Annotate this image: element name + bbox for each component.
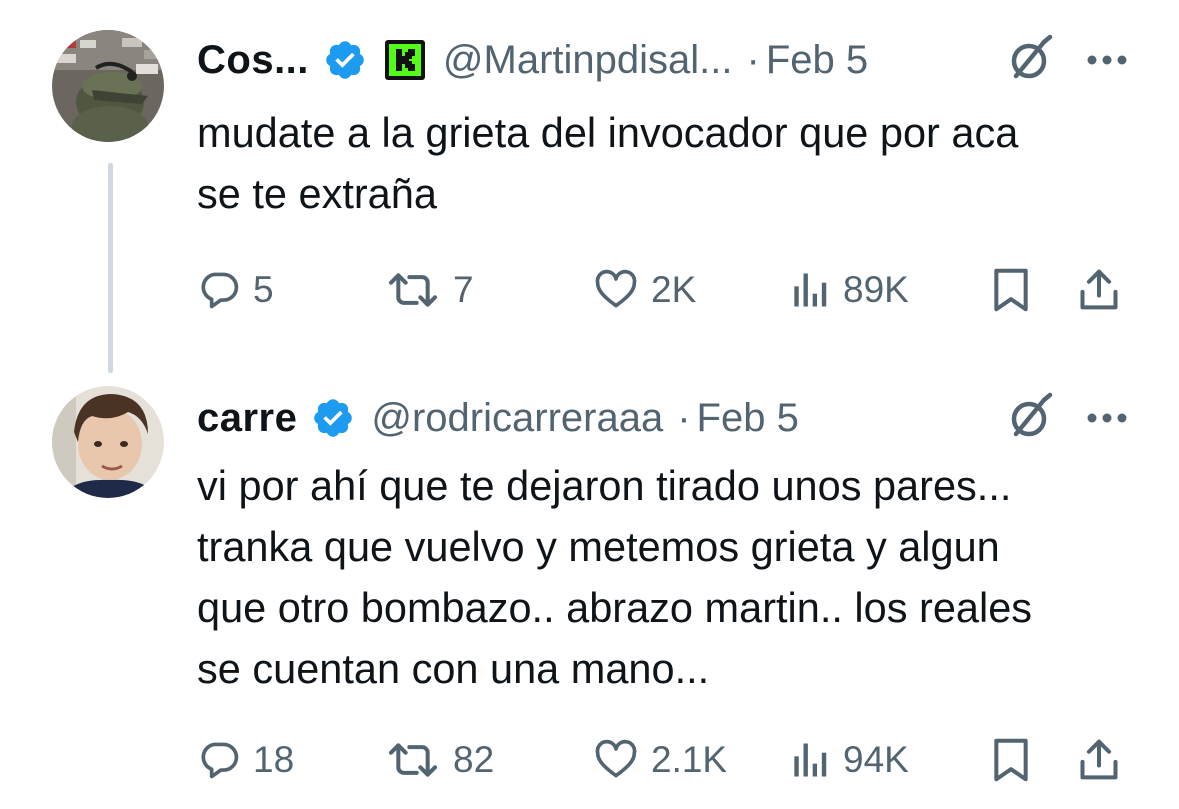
tweet-text: mudate a la grieta del invocador que por… xyxy=(197,109,1019,217)
display-name[interactable]: Cos... xyxy=(197,38,309,83)
reply-button[interactable]: 18 xyxy=(197,732,294,788)
like-count: 2.1K xyxy=(651,739,728,780)
separator-dot: · xyxy=(677,395,691,440)
tweet-date[interactable]: Feb 5 xyxy=(766,38,868,83)
verified-badge-icon[interactable] xyxy=(323,38,367,82)
share-icon xyxy=(1080,269,1118,310)
tweet-actions: 18 82 2.1K 94K xyxy=(197,732,1127,788)
more-icon[interactable] xyxy=(1085,411,1129,425)
avatar[interactable] xyxy=(52,30,164,142)
grok-icon[interactable] xyxy=(1003,34,1055,86)
avatar[interactable] xyxy=(52,386,164,498)
user-handle[interactable]: @rodricarreraaa xyxy=(371,396,663,441)
views-icon xyxy=(794,273,827,307)
heart-icon xyxy=(595,269,637,308)
tweet-header: Cos... @Martinpdisal... · Feb 5 xyxy=(197,30,1129,90)
repost-count: 7 xyxy=(453,269,474,310)
tweet[interactable]: carre @rodricarreraaa · Feb 5 vi por ahí… xyxy=(0,380,1179,809)
reply-count: 5 xyxy=(253,269,274,310)
like-button[interactable]: 2.1K xyxy=(593,732,727,788)
reply-count: 18 xyxy=(253,739,295,780)
views-count: 89K xyxy=(843,269,909,310)
views-button[interactable]: 94K xyxy=(787,732,909,788)
display-name[interactable]: carre xyxy=(197,396,297,441)
like-button[interactable]: 2K xyxy=(593,262,696,318)
tweet-text: vi por ahí que te dejaron tirado unos pa… xyxy=(197,462,1033,692)
reply-button[interactable]: 5 xyxy=(197,262,274,318)
repost-count: 82 xyxy=(453,739,495,780)
repost-button[interactable]: 7 xyxy=(385,262,474,318)
more-icon[interactable] xyxy=(1085,53,1129,67)
heart-icon xyxy=(595,739,637,778)
like-count: 2K xyxy=(651,269,697,310)
user-handle[interactable]: @Martinpdisal... xyxy=(443,38,733,83)
share-button[interactable] xyxy=(1077,262,1121,318)
tweet-header: carre @rodricarreraaa · Feb 5 xyxy=(197,388,1129,448)
views-count: 94K xyxy=(843,739,909,780)
separator-dot: · xyxy=(746,37,760,82)
repost-icon xyxy=(388,743,438,777)
bookmark-icon xyxy=(994,738,1028,782)
repost-icon xyxy=(388,273,438,307)
bookmark-icon xyxy=(994,268,1028,312)
repost-button[interactable]: 82 xyxy=(385,732,494,788)
reply-icon xyxy=(201,742,239,779)
tweet[interactable]: Cos... @Martinpdisal... · Feb 5 mudate a… xyxy=(0,0,1179,380)
reply-icon xyxy=(201,272,239,309)
tweet-actions: 5 7 2K 89K xyxy=(197,262,1127,318)
views-button[interactable]: 89K xyxy=(787,262,909,318)
share-icon xyxy=(1080,739,1118,780)
share-button[interactable] xyxy=(1077,732,1121,788)
bookmark-button[interactable] xyxy=(989,262,1033,318)
kick-logo-icon[interactable] xyxy=(384,40,425,80)
views-icon xyxy=(794,743,827,777)
bookmark-button[interactable] xyxy=(989,732,1033,788)
verified-badge-icon[interactable] xyxy=(311,396,355,440)
tweet-date[interactable]: Feb 5 xyxy=(697,396,799,441)
grok-icon[interactable] xyxy=(1003,392,1055,444)
